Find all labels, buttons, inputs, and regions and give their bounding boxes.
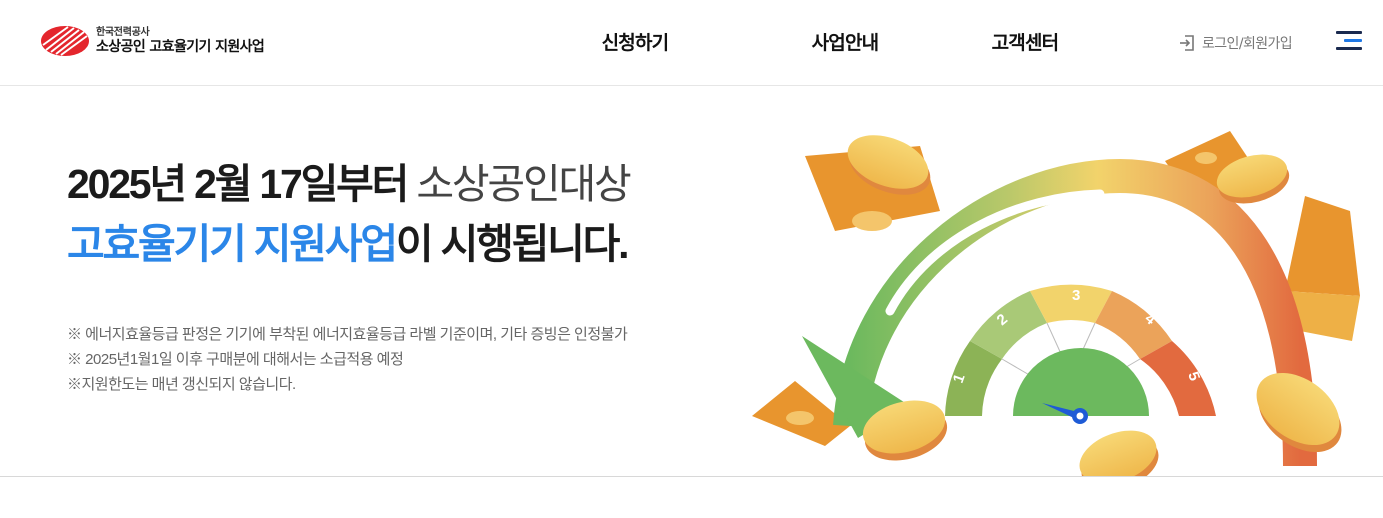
- nav-item-business-info[interactable]: 사업안내: [740, 28, 950, 55]
- gauge-dial: 1 2 3 4 5: [945, 284, 1216, 424]
- hero-banner: 2025년 2월 17일부터 소상공인대상 고효율기기 지원사업이 시행됩니다.…: [0, 86, 1383, 476]
- note-item: ※ 2025년1월1일 이후 구매분에 대해서는 소급적용 예정: [67, 351, 404, 368]
- headline-suffix: 이 시행됩니다.: [395, 221, 630, 267]
- coin-icon: [1079, 430, 1159, 476]
- hero-headline: 2025년 2월 17일부터 소상공인대상 고효율기기 지원사업이 시행됩니다.: [67, 161, 632, 284]
- main-nav: 신청하기 사업안내 고객센터: [560, 28, 1100, 55]
- note-item: ※ 에너지효율등급 판정은 기기에 부착된 에너지효율등급 라벨 기준이며, 기…: [67, 326, 628, 343]
- headline-date: 2025년 2월 17일부터: [67, 161, 409, 207]
- efficiency-gauge-illustration: 1 2 3 4 5: [740, 116, 1383, 476]
- kepco-logo-icon: [40, 24, 90, 58]
- login-icon: [1178, 34, 1196, 52]
- nav-item-apply[interactable]: 신청하기: [560, 28, 710, 55]
- section-divider: [0, 476, 1383, 477]
- nav-item-customer-center[interactable]: 고객센터: [950, 28, 1100, 55]
- login-signup-link[interactable]: 로그인/회원가입: [1178, 33, 1293, 53]
- svg-text:3: 3: [1072, 287, 1080, 304]
- note-item: ※지원한도는 매년 갱신되지 않습니다.: [67, 376, 296, 393]
- logo-org-name: 한국전력공사: [96, 26, 150, 38]
- login-signup-label: 로그인/회원가입: [1202, 36, 1293, 52]
- site-header: 한국전력공사 소상공인 고효율기기 지원사업 신청하기 사업안내 고객센터 로그…: [0, 0, 1383, 86]
- site-logo[interactable]: 한국전력공사 소상공인 고효율기기 지원사업: [40, 24, 265, 58]
- logo-service-name: 소상공인 고효율기기 지원사업: [96, 39, 265, 56]
- hamburger-menu-icon[interactable]: [1336, 31, 1362, 53]
- headline-target: 소상공인대상: [407, 161, 631, 207]
- hero-notes: ※ 에너지효율등급 판정은 기기에 부착된 에너지효율등급 라벨 기준이며, 기…: [67, 322, 628, 397]
- headline-program-name: 고효율기기 지원사업: [67, 221, 398, 267]
